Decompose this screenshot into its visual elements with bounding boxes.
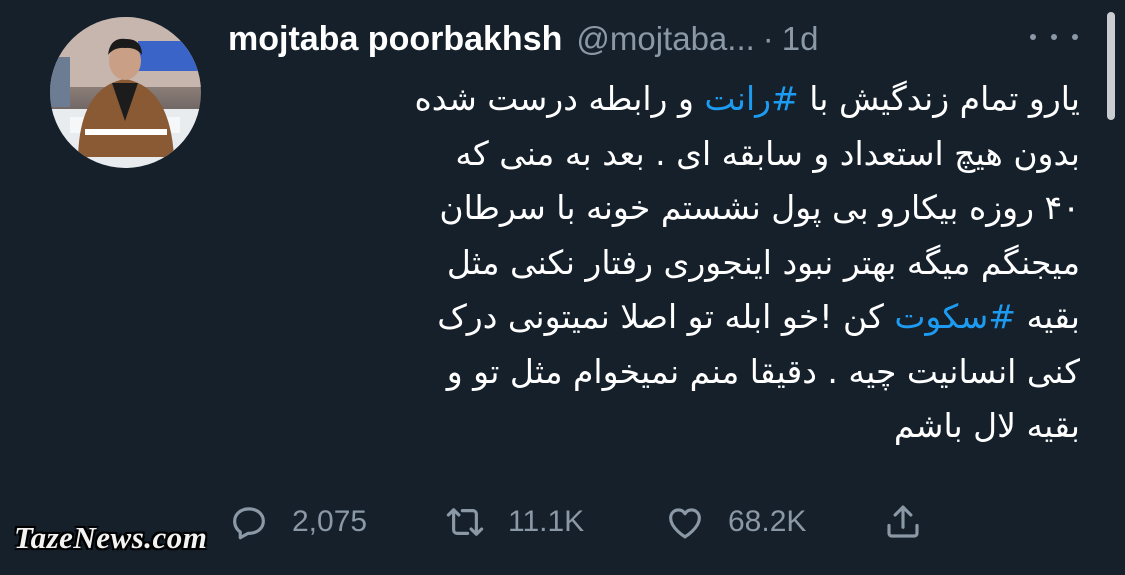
tweet-line: ۴۰ روزه بیکارو بی پول نشستم خونه با سرطا… [439, 188, 1080, 227]
tweet-actions: 2,075 11.1K 68.2K [228, 497, 948, 547]
scrollbar[interactable] [1107, 12, 1115, 120]
more-dot [1072, 34, 1078, 40]
watermark: TazeNews.com [14, 520, 208, 555]
reply-button[interactable]: 2,075 [228, 497, 367, 547]
more-icon[interactable] [1030, 23, 1078, 51]
tweet-line: یارو تمام زندگیش با #رانت و رابطه درست ش… [414, 79, 1081, 118]
reply-icon [233, 507, 265, 540]
tweet-timestamp[interactable]: 1d [782, 20, 819, 58]
tweet-header: mojtaba poorbakhsh @mojtaba... · 1d [228, 14, 1035, 64]
author-display-name[interactable]: mojtaba poorbakhsh [228, 20, 562, 59]
reply-count: 2,075 [292, 505, 368, 538]
share-button[interactable] [882, 497, 924, 547]
avatar[interactable] [50, 17, 201, 168]
tweet-line: بدون هیچ استعداد و سابقه ای . بعد به منی… [455, 133, 1080, 173]
more-dot [1030, 34, 1036, 40]
like-icon [669, 508, 701, 539]
tweet-line: کنی انسانیت چیه . دقیقا منم نمیخوام مثل … [446, 351, 1080, 391]
more-dot [1051, 34, 1057, 40]
hashtag-link[interactable]: #سکوت [894, 297, 1016, 336]
separator-dot: · [762, 20, 774, 57]
hashtag-link[interactable]: #رانت [704, 79, 798, 118]
tweet-line: بقیه #سکوت کن !خو ابله تو اصلا نمیتونی د… [437, 297, 1080, 336]
retweet-count: 11.1K [508, 505, 585, 538]
share-icon [887, 505, 919, 538]
author-handle[interactable]: @mojtaba... [576, 20, 754, 58]
retweet-icon [446, 508, 484, 536]
retweet-button[interactable]: 11.1K [444, 497, 584, 547]
tweet-line: میجنگم میگه بهتر نبود اینجوری رفتار نکنی… [446, 242, 1080, 282]
tweet-line: بقیه لال باشم [893, 406, 1080, 445]
tweet-text: یارو تمام زندگیش با #رانت و رابطه درست ش… [225, 72, 1081, 454]
like-count: 68.2K [728, 505, 807, 538]
like-button[interactable]: 68.2K [664, 497, 806, 547]
